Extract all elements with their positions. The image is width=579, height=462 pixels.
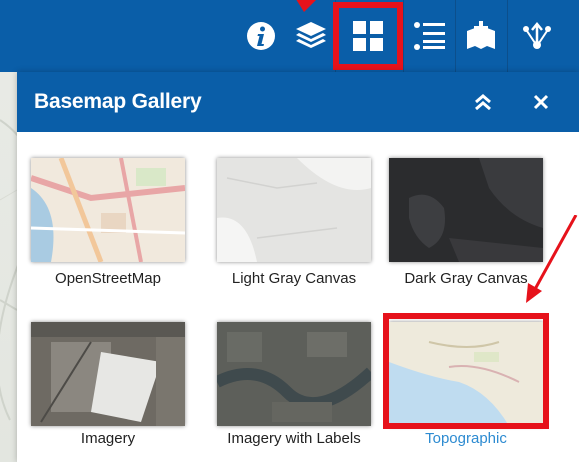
light-gray-canvas-thumbnail	[217, 158, 371, 262]
close-button[interactable]	[527, 88, 555, 116]
tile-label: Imagery with Labels	[227, 430, 361, 447]
legend-button[interactable]	[404, 8, 454, 64]
map-add-icon	[467, 21, 495, 49]
close-icon	[533, 94, 549, 110]
panel-title: Basemap Gallery	[34, 90, 202, 113]
share-button[interactable]	[512, 8, 562, 64]
share-icon	[523, 22, 551, 49]
collapse-button[interactable]	[469, 88, 497, 116]
tile-label: Light Gray Canvas	[231, 270, 357, 287]
annotation-arrow-top	[296, 0, 316, 12]
toolbar-highlight-box	[333, 2, 403, 70]
map-toolbar	[0, 0, 579, 72]
tile-label: Imagery	[80, 430, 136, 447]
layers-icon	[296, 22, 326, 48]
add-data-button[interactable]	[456, 8, 506, 64]
topographic-highlight-box	[383, 313, 549, 429]
openstreetmap-thumbnail	[31, 158, 185, 262]
tile-label: OpenStreetMap	[55, 270, 161, 287]
list-icon	[414, 22, 445, 50]
info-button[interactable]	[236, 8, 286, 64]
imagery-with-labels-thumbnail	[217, 322, 371, 426]
panel-header: Basemap Gallery	[17, 72, 579, 132]
tile-label: Topographic	[425, 430, 507, 447]
info-icon	[247, 22, 275, 50]
annotation-arrow-side	[526, 215, 578, 303]
layers-button[interactable]	[286, 8, 336, 64]
double-chevron-up-icon	[475, 94, 491, 110]
basemap-gallery-panel: Basemap Gallery OpenStreetMap Light Gray…	[17, 72, 579, 462]
imagery-thumbnail	[31, 322, 185, 426]
